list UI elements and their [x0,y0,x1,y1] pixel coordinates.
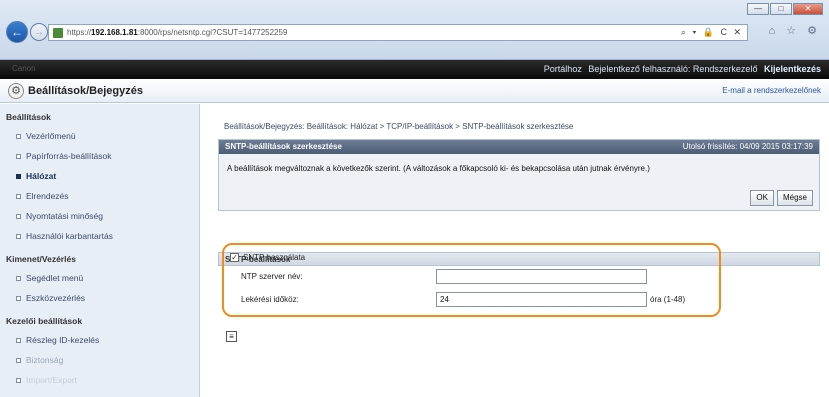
sidebar-item-label: Részleg ID-kezelés [26,335,100,345]
sidebar-item-label: Segédlet menü [26,273,84,283]
interval-unit: óra (1-48) [650,295,686,304]
bullet-icon [16,275,21,281]
sidebar-item-label: Használói karbantartás [26,231,113,241]
bullet-icon [16,233,21,239]
sidebar-item-print-quality[interactable]: Nyomtatási minőség [0,206,199,226]
breadcrumb: Beállítások/Bejegyzés: Beállítások: Háló… [224,122,574,131]
sidebar: Beállítások Vezérlőmenü Papírforrás-beál… [0,104,200,397]
ntp-server-input[interactable] [436,269,647,284]
logout-link[interactable]: Kijelentkezés [764,64,821,74]
bullet-icon [16,377,21,383]
sidebar-item-layout[interactable]: Elrendezés [0,186,199,206]
address-bar-tools[interactable]: ⌕ ▾ 🔒 C ✕ [681,27,743,38]
back-button[interactable]: ← [6,21,28,43]
sidebar-item-label: Eszközvezérlés [26,293,86,303]
edit-panel-header: SNTP-beállítások szerkesztése Utolsó fri… [219,140,819,154]
url-prefix: https:// [67,28,92,37]
logged-in-user: Bejelentkező felhasználó: Rendszerkezelő [588,64,758,74]
sidebar-item-import-export[interactable]: Import/Export [0,370,199,390]
forward-button[interactable]: → [30,23,48,41]
bullet-icon [16,213,21,219]
page-title: Beállítások/Bejegyzés [28,85,143,97]
close-window-button[interactable]: ✕ [793,3,823,15]
bullet-icon [16,153,21,159]
forward-arrow-icon: → [34,26,44,38]
url-path: :8000/rps/netsntp.cgi?CSUT=1477252259 [137,28,288,37]
sidebar-item-utility-menu[interactable]: Segédlet menü [0,268,199,288]
sidebar-section-admin: Kezelői beállítások [6,316,83,326]
last-updated: Utolsó frissítés: 04/09 2015 03:17:39 [682,142,813,151]
sidebar-item-user-maintenance[interactable]: Használói karbantartás [0,226,199,246]
address-bar[interactable]: https://192.168.1.81:8000/rps/netsntp.cg… [48,24,748,41]
page-header: ⚙ Beállítások/Bejegyzés E-mail a rendsze… [0,79,829,103]
sidebar-item-label: Import/Export [26,375,78,385]
sidebar-item-label: Nyomtatási minőség [26,211,104,221]
url-host: 192.168.1.81 [91,28,138,37]
page-top-icon[interactable]: ≡ [226,331,237,342]
sidebar-section-settings: Beállítások [6,112,51,122]
bullet-icon [16,295,21,301]
maximize-button[interactable]: □ [770,3,792,15]
bullet-icon [16,337,21,343]
sidebar-section-output: Kimenet/Vezérlés [6,254,76,264]
bullet-icon [16,133,21,139]
device-name: Canon [12,64,36,73]
bullet-icon [16,193,21,199]
interval-input[interactable] [436,292,647,307]
use-sntp-checkbox[interactable]: ✓ [230,253,239,262]
site-identity-icon [53,27,63,38]
sntp-panel-header: SNTP-beállítások [218,252,820,266]
sidebar-item-department-id[interactable]: Részleg ID-kezelés [0,330,199,350]
sidebar-item-label: Papírforrás-beállítások [26,151,112,161]
sntp-settings-panel: SNTP-beállítások [218,252,820,318]
sidebar-item-network[interactable]: Hálózat [0,166,199,186]
info-message: A beállítások megváltoznak a következők … [227,164,650,173]
address-url[interactable]: https://192.168.1.81:8000/rps/netsntp.cg… [67,28,287,37]
use-sntp-label: SNTP használata [243,253,306,262]
sidebar-item-control-menu[interactable]: Vezérlőmenü [0,126,199,146]
sidebar-item-label: Vezérlőmenü [26,131,76,141]
sidebar-item-label: Biztonság [26,355,64,365]
edit-panel-title: SNTP-beállítások szerkesztése [225,142,342,151]
sidebar-item-device-control[interactable]: Eszközvezérlés [0,288,199,308]
top-navigation-bar: Canon Portálhoz Bejelentkező felhasználó… [0,60,829,79]
minimize-button[interactable]: — [747,3,769,15]
window-controls: — □ ✕ [747,3,823,15]
browser-toolbar-icons[interactable]: ⌂ ☆ ⚙ [769,24,821,37]
ok-button[interactable]: OK [750,190,774,206]
ntp-server-label: NTP szerver név: [241,272,303,281]
sidebar-item-paper-source[interactable]: Papírforrás-beállítások [0,146,199,166]
portal-link[interactable]: Portálhoz [544,64,582,74]
mail-admin-link[interactable]: E-mail a rendszerkezelőnek [722,86,821,95]
back-arrow-icon: ← [11,25,23,39]
cancel-button[interactable]: Mégse [776,190,813,206]
browser-chrome: — □ ✕ ← → https://192.168.1.81:8000/rps/… [0,0,829,60]
bullet-icon [16,173,21,179]
settings-gear-icon: ⚙ [8,83,24,99]
form-buttons: OK Mégse [750,190,813,206]
sidebar-item-security[interactable]: Biztonság [0,350,199,370]
top-links: Portálhoz Bejelentkező felhasználó: Rend… [540,64,821,74]
sidebar-item-label: Elrendezés [26,191,69,201]
edit-panel: SNTP-beállítások szerkesztése Utolsó fri… [218,139,820,211]
sidebar-item-label: Hálózat [26,171,57,181]
bullet-icon [16,357,21,363]
interval-label: Lekérési időköz: [241,295,299,304]
use-sntp-row: ✓ SNTP használata [230,253,305,262]
